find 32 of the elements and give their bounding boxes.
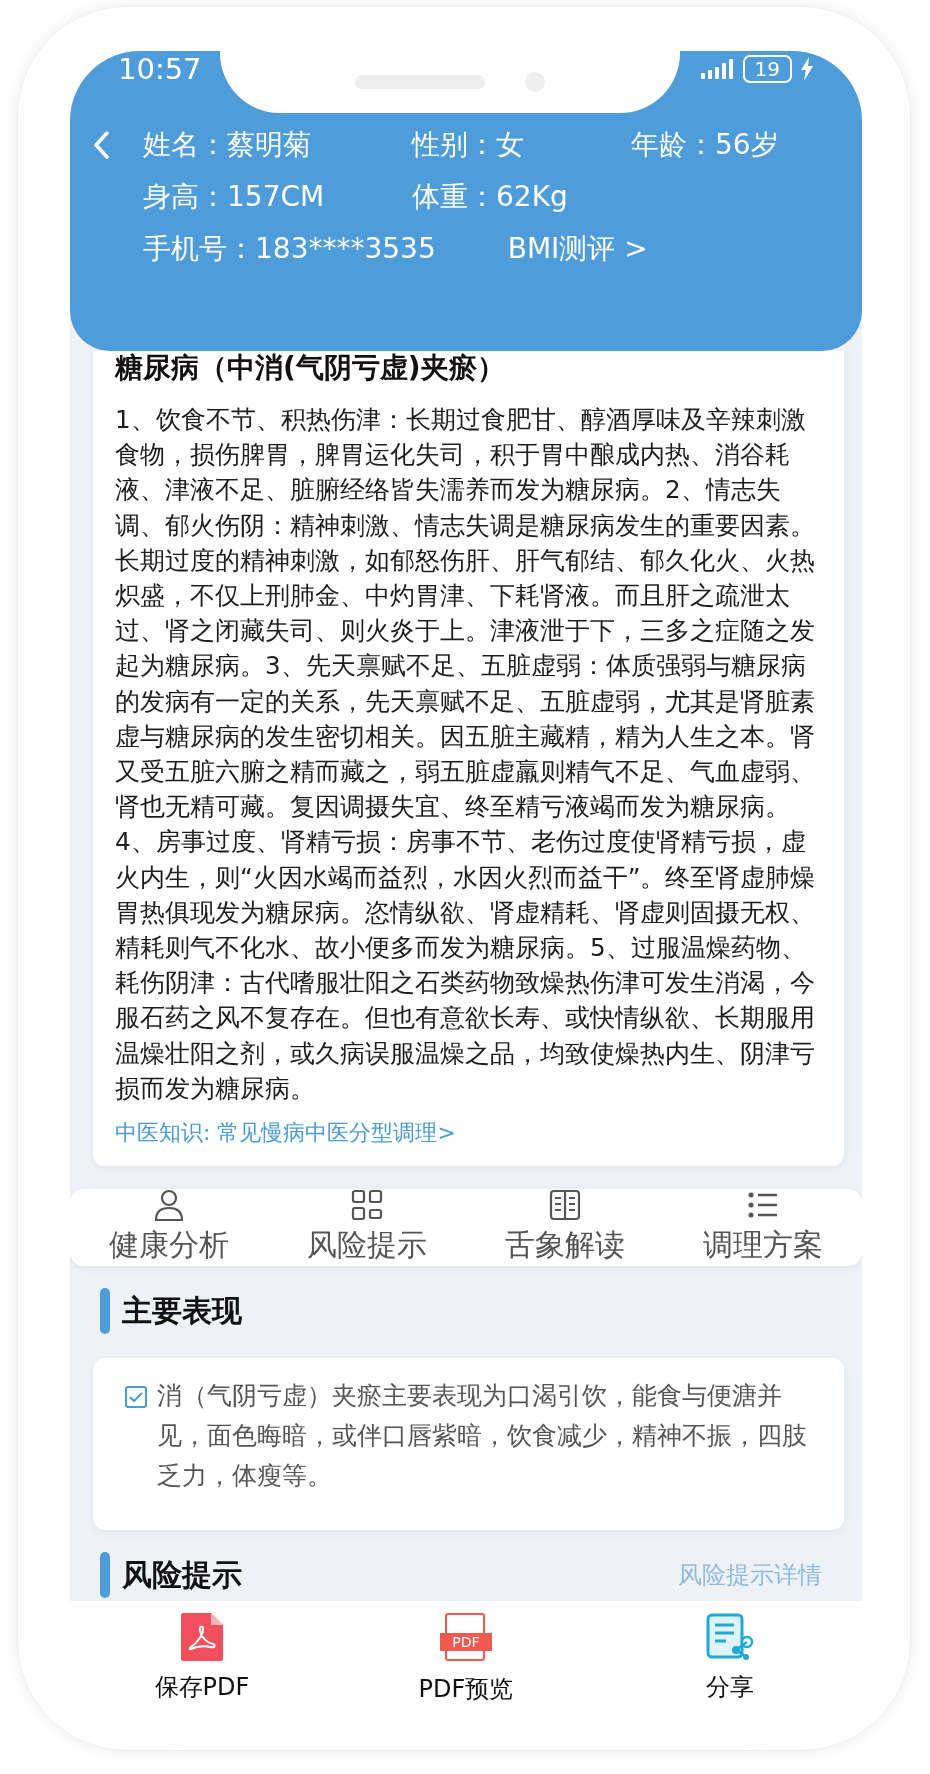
check-icon [128, 1391, 144, 1404]
section-title: 主要表现 [122, 1291, 242, 1330]
tab[interactable]: 风险提示 [268, 1189, 466, 1267]
patient-field: 身高：157CM [143, 177, 412, 217]
section-marker [100, 1288, 110, 1335]
checkbox[interactable] [125, 1386, 147, 1409]
symptom-text: 消（气阴亏虚）夹瘀主要表现为口渴引饮，能食与便溏并见，面色晦暗，或伴口唇紫暗，饮食减少，精神不振，四肢乏力，体瘦等。 [157, 1380, 808, 1493]
patient-field: 姓名：蔡明菊 [143, 125, 412, 165]
status-time: 10:57 [118, 52, 202, 86]
patient-field: 体重：62Kg [412, 177, 631, 217]
pdf-file-icon [181, 1613, 223, 1661]
signal-icon [700, 59, 735, 79]
action-button[interactable]: 分享 [598, 1601, 862, 1736]
action-button[interactable]: 保存PDF [70, 1601, 334, 1736]
diagnosis-title: 糖尿病（中消(气阴亏虚)夹瘀） [115, 351, 506, 386]
section-marker [100, 1552, 110, 1599]
share-document-icon [706, 1613, 754, 1661]
back-icon[interactable] [92, 131, 110, 159]
diagnosis-text: 1、饮食不节、积热伤津：长期过食肥甘、醇酒厚味及辛辣刺激食物，损伤脾胃，脾胃运化失司，积于胃中酿成内热、消谷耗液、津液不足、脏腑经络皆失濡养而发为糖尿病。2、情志失调、郁火伤阴：精神刺激、情志失调是糖尿病发生的重要因素。长期过度的精神刺激，如郁怒伤肝、肝气郁结、郁久化火、火热炽盛，不仅上刑肺金、中灼胃津、下耗肾液。而且肝之疏泄太过、肾之闭藏失司、则火炎于上。津液泄于下，三多之症随之发起为糖尿病。3、先天禀赋不足、五脏虚弱：体质强弱与糖尿病的发病有一定的关系，先天禀赋不足、五脏虚弱，尤其是肾脏素虚与糖尿病的发生密切相关。因五脏主藏精，精为人生之本。肾又受五脏六腑之精而藏之，弱五脏虚羸则精气不足、气血虚弱、肾也无精可藏。复因调摄失宜、终至精亏液竭而发为糖尿病。4、房事过度、肾精亏损：房事不节、老伤过度使肾精亏损，虚火内生，则“火因水竭而益烈，水因火烈而益干”。终至肾虚肺燥胃热俱现发为糖尿病。恣情纵欲、肾虚精耗、肾虚则固摄无权、精耗则气不化水、故小便多而发为糖尿病。5、过服温燥药物、耗伤阴津：古代嗜服壮阳之石类药物致燥热伤津可发生消渴，今服石药之风不复存在。但也有意欲长寿、或快情纵欲、长期服用温燥壮阳之剂，或久病误服温燥之品，均致使燥热内生、阴津亏损而发为糖尿病。 [115, 404, 817, 1105]
grid-icon [351, 1189, 383, 1222]
patient-field: 年龄：56岁 [631, 125, 779, 165]
section-title: 风险提示 [122, 1555, 242, 1594]
tab[interactable]: 舌象解读 [466, 1189, 664, 1267]
patient-field: 手机号：183****3535 [143, 229, 508, 269]
person-icon [153, 1189, 185, 1222]
action-button[interactable]: PDF PDF预览 [334, 1601, 598, 1736]
tab[interactable]: 调理方案 [664, 1189, 862, 1267]
book-icon [549, 1189, 581, 1222]
charging-icon [800, 57, 814, 81]
battery-level: 19 [742, 55, 792, 83]
tab[interactable]: 健康分析 [70, 1189, 268, 1267]
patient-field: 性别：女 [412, 125, 631, 165]
